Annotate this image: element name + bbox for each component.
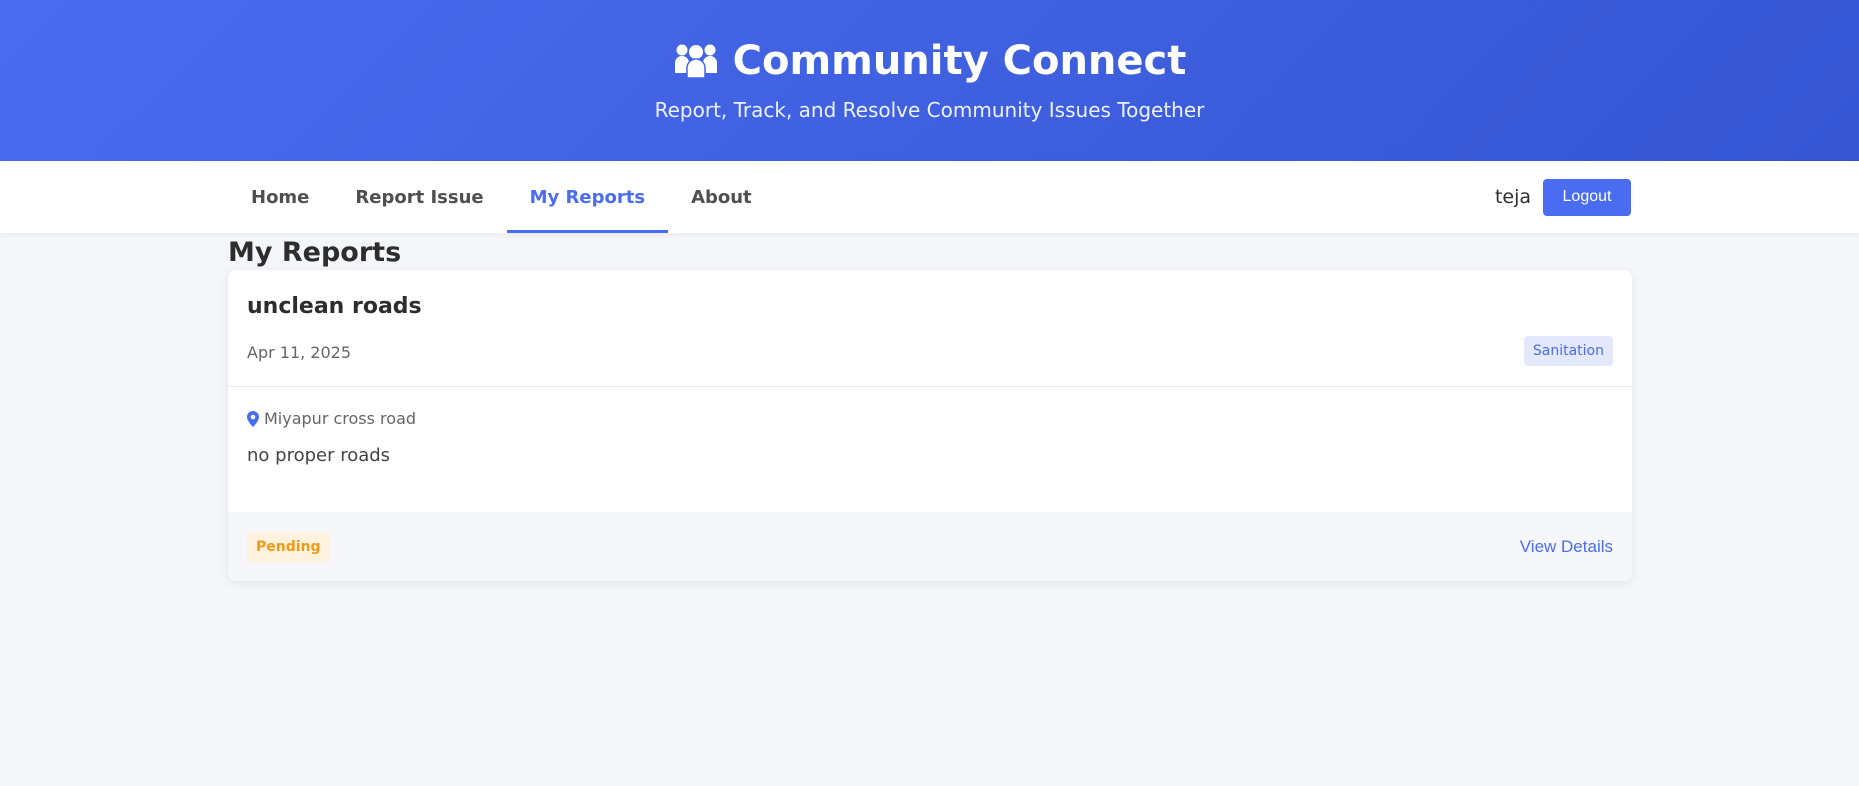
nav-item-report-issue[interactable]: Report Issue [332, 161, 506, 233]
view-details-link[interactable]: View Details [1520, 537, 1613, 557]
nav-item-home[interactable]: Home [228, 161, 332, 233]
report-card-body: Miyapur cross road no proper roads [228, 387, 1632, 512]
users-icon [673, 43, 719, 79]
report-title: unclean roads [247, 294, 422, 319]
map-pin-icon [247, 410, 259, 427]
nav-item-my-reports[interactable]: My Reports [506, 161, 669, 233]
nav-links: Home Report Issue My Reports About [228, 161, 775, 233]
nav-item-about[interactable]: About [668, 161, 775, 233]
report-card-footer: Pending View Details [228, 512, 1632, 581]
category-badge: Sanitation [1523, 336, 1613, 366]
main-content: My Reports unclean roads Apr 11, 2025 Sa… [228, 233, 1632, 581]
report-card: unclean roads Apr 11, 2025 Sanitation Mi… [228, 270, 1632, 581]
report-location: Miyapur cross road [247, 409, 1613, 428]
app-subtitle: Report, Track, and Resolve Community Iss… [654, 98, 1205, 122]
location-text: Miyapur cross road [264, 409, 417, 428]
app-title: Community Connect [0, 0, 1859, 86]
report-date: Apr 11, 2025 [247, 343, 352, 362]
app-header: Community Connect Report, Track, and Res… [0, 0, 1859, 161]
report-card-header: unclean roads Apr 11, 2025 Sanitation [228, 270, 1632, 387]
user-area: teja Logout [1494, 178, 1631, 216]
main-nav: Home Report Issue My Reports About teja … [0, 161, 1859, 233]
status-badge: Pending [247, 531, 330, 562]
username: teja [1494, 186, 1531, 208]
app-title-text: Community Connect [732, 38, 1187, 84]
logout-button[interactable]: Logout [1543, 178, 1631, 216]
report-description: no proper roads [247, 445, 391, 466]
